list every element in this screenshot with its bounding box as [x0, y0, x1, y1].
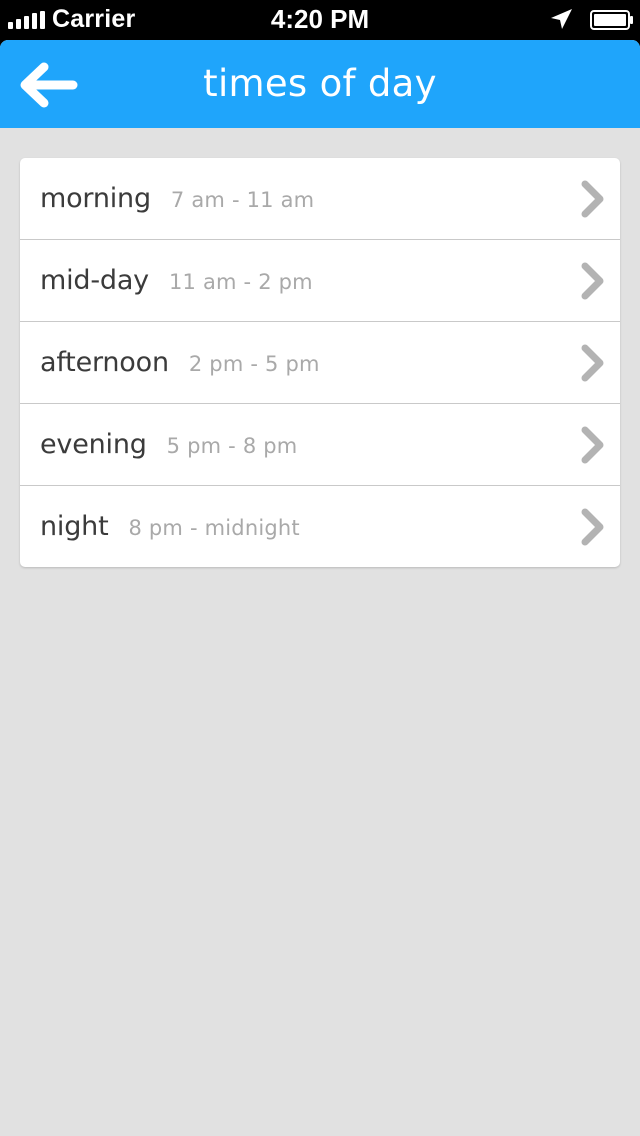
- chevron-right-icon: [581, 508, 604, 546]
- time-label: night: [40, 511, 109, 542]
- times-of-day-list: morning 7 am - 11 am mid-day 11 am - 2 p…: [20, 158, 620, 567]
- chevron-right-icon: [581, 344, 604, 382]
- time-label: evening: [40, 429, 147, 460]
- list-item-mid-day[interactable]: mid-day 11 am - 2 pm: [20, 240, 620, 322]
- page-title: times of day: [203, 62, 437, 105]
- time-range: 11 am - 2 pm: [168, 269, 313, 294]
- arrow-left-icon: [20, 62, 78, 108]
- chevron-right-icon: [581, 262, 604, 300]
- time-range: 7 am - 11 am: [170, 187, 315, 212]
- time-range: 2 pm - 5 pm: [188, 351, 320, 376]
- time-label: afternoon: [40, 347, 169, 378]
- chevron-right-icon: [581, 426, 604, 464]
- list-item-afternoon[interactable]: afternoon 2 pm - 5 pm: [20, 322, 620, 404]
- list-item-evening[interactable]: evening 5 pm - 8 pm: [20, 404, 620, 486]
- status-bar: Carrier 4:20 PM: [0, 0, 640, 40]
- time-label: mid-day: [40, 265, 149, 296]
- time-range: 5 pm - 8 pm: [166, 433, 298, 458]
- navigation-bar: times of day: [0, 40, 640, 128]
- back-button[interactable]: [10, 50, 88, 118]
- time-range: 8 pm - midnight: [128, 515, 300, 540]
- battery-icon: [590, 10, 633, 30]
- status-time: 4:20 PM: [270, 4, 370, 34]
- phone-screen: Carrier 4:20 PM times of day morning 7 a: [0, 0, 640, 1136]
- time-label: morning: [40, 183, 151, 214]
- app-container: times of day morning 7 am - 11 am mid-da…: [0, 40, 640, 1136]
- list-item-morning[interactable]: morning 7 am - 11 am: [20, 158, 620, 240]
- list-item-night[interactable]: night 8 pm - midnight: [20, 486, 620, 567]
- chevron-right-icon: [581, 180, 604, 218]
- location-arrow-icon: [551, 9, 572, 29]
